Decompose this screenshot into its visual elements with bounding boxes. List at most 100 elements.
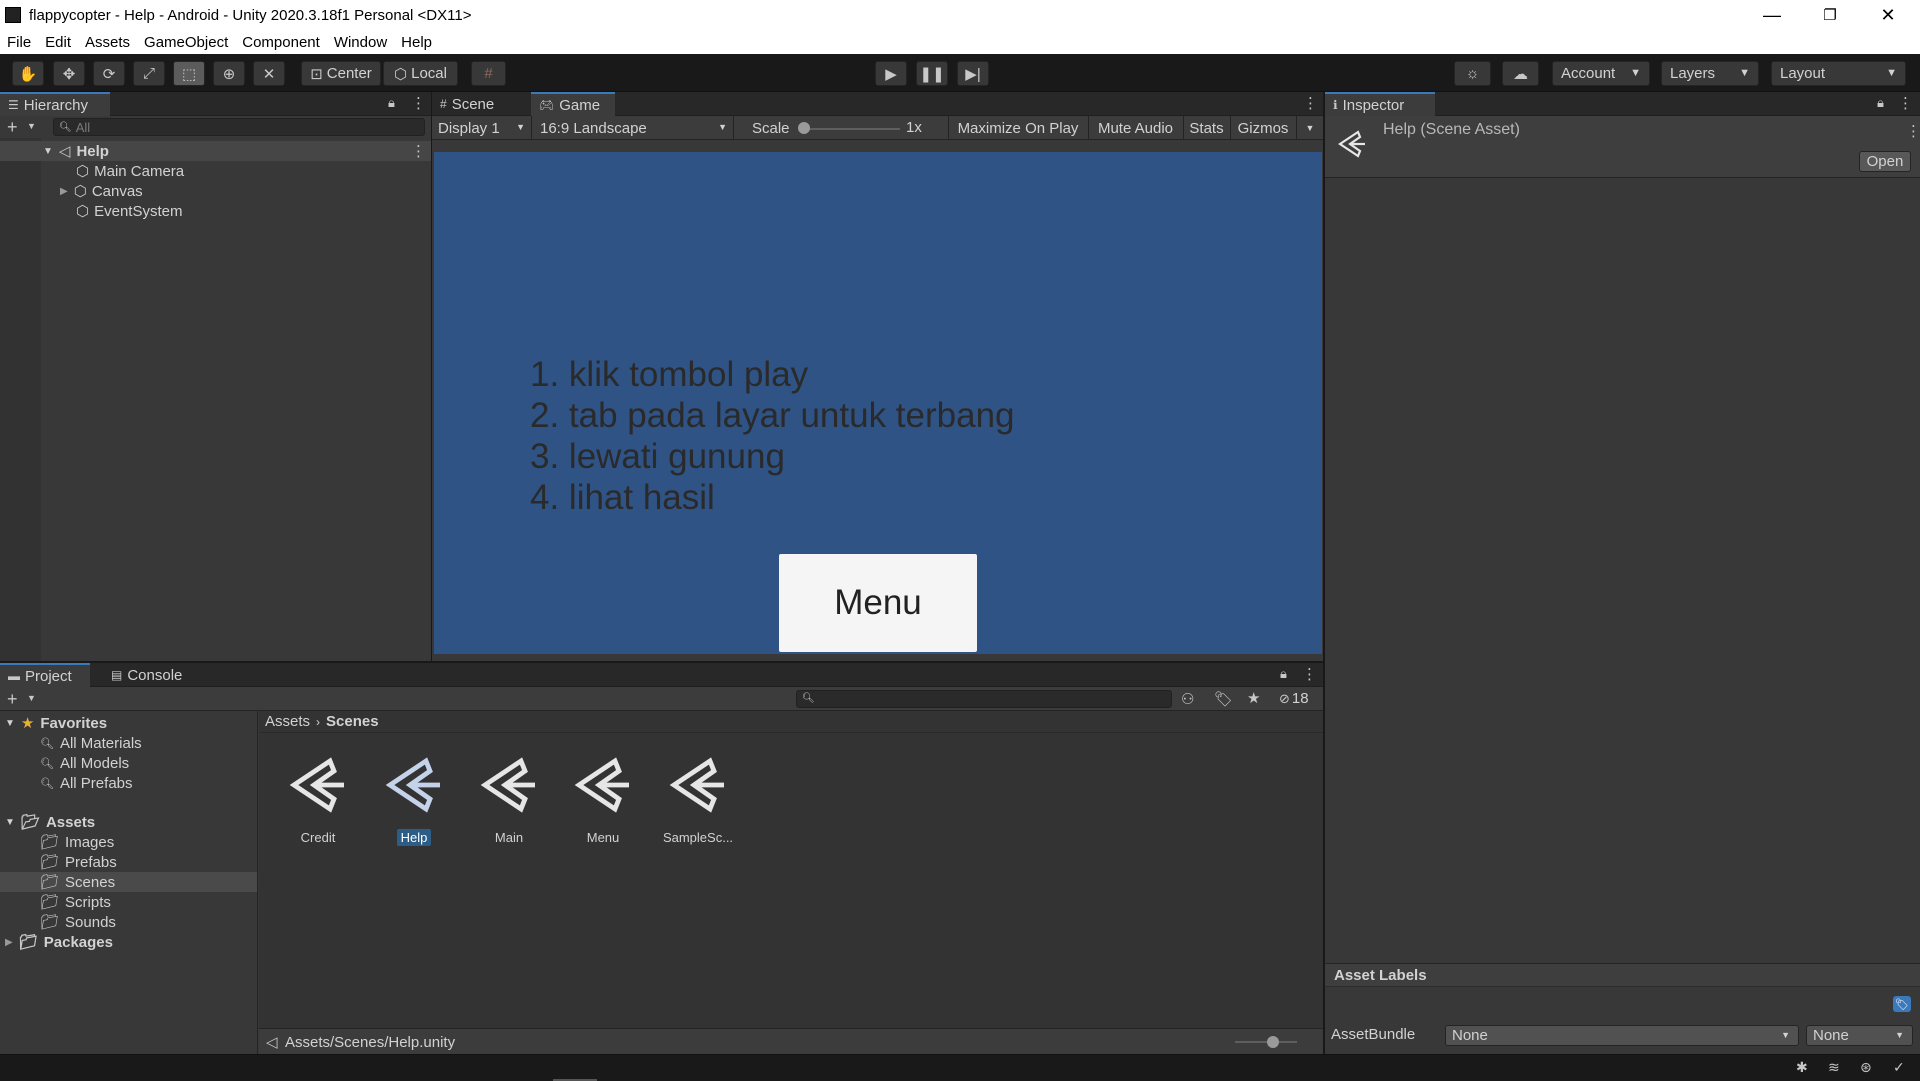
folder-scenes[interactable]: 📁︎ Scenes (40, 872, 115, 892)
kebab-menu-icon[interactable]: ⋮ (1303, 94, 1318, 112)
restore-button[interactable]: ❐ (1801, 0, 1859, 30)
menu-gameobject[interactable]: GameObject (137, 34, 235, 51)
filter-label-icon[interactable]: 🏷︎ (1214, 690, 1233, 708)
icon-size-slider-thumb[interactable] (1267, 1036, 1279, 1048)
favorite-all-materials[interactable]: 🔍︎ All Materials (40, 733, 142, 753)
menu-assets[interactable]: Assets (78, 34, 137, 51)
aspect-dropdown[interactable]: 16:9 Landscape ▼ (534, 116, 734, 140)
layers-dropdown[interactable]: Layers ▼ (1661, 61, 1759, 86)
space-local-button[interactable]: ⬡ Local (383, 61, 458, 86)
pivot-center-button[interactable]: ⊡ Center (301, 61, 381, 86)
expand-arrow-icon[interactable]: ▶ (5, 937, 13, 948)
bug-icon[interactable]: ✱ (1796, 1059, 1808, 1076)
hierarchy-item-main-camera[interactable]: ⬡ Main Camera (76, 161, 184, 181)
pause-button[interactable]: ❚❚ (916, 61, 948, 86)
open-button[interactable]: Open (1859, 151, 1911, 172)
layers-icon[interactable]: ≋ (1828, 1059, 1840, 1076)
menu-help[interactable]: Help (394, 34, 439, 51)
grid-snap-button[interactable]: # (471, 61, 506, 86)
folder-images[interactable]: 📁︎ Images (40, 832, 114, 852)
hand-tool-button[interactable]: ✋ (12, 61, 44, 86)
menu-component[interactable]: Component (235, 34, 327, 51)
asset-tile-help[interactable]: Help (366, 753, 462, 846)
assets-node[interactable]: ▼ 📂︎ Assets (5, 812, 95, 832)
tab-game[interactable]: 🎮︎ Game (531, 92, 615, 116)
close-button[interactable]: ✕ (1859, 0, 1917, 30)
icon-size-slider-track[interactable] (1235, 1041, 1297, 1043)
kebab-menu-icon[interactable]: ⋮ (1898, 94, 1913, 112)
lock-icon[interactable]: 🔒︎ (1877, 95, 1884, 111)
chevron-down-icon[interactable]: ▼ (27, 693, 36, 703)
account-dropdown[interactable]: Account ▼ (1552, 61, 1650, 86)
scene-root-item[interactable]: ▼ ◁ Help (43, 141, 109, 161)
tab-scene[interactable]: # Scene (432, 92, 528, 116)
assetbundle-dropdown[interactable]: None ▼ (1445, 1025, 1799, 1046)
menu-file[interactable]: File (0, 34, 38, 51)
scale-tool-button[interactable]: ⤢ (133, 61, 165, 86)
favorite-all-prefabs[interactable]: 🔍︎ All Prefabs (40, 773, 133, 793)
network-icon[interactable]: ⊛ (1860, 1059, 1872, 1076)
asset-labels-header[interactable]: Asset Labels (1325, 963, 1920, 987)
kebab-menu-icon[interactable]: ⋮ (1302, 665, 1317, 683)
chevron-down-icon[interactable]: ▼ (27, 121, 36, 131)
add-icon[interactable]: + (7, 117, 18, 138)
scale-slider-track[interactable] (802, 128, 900, 130)
asset-tile-samplescene[interactable]: SampleSc... (650, 753, 746, 846)
maximize-on-play-toggle[interactable]: Maximize On Play (948, 116, 1087, 140)
rect-tool-button[interactable]: ⬚ (173, 61, 205, 86)
rotate-tool-button[interactable]: ⟳ (93, 61, 125, 86)
tab-project[interactable]: ▬ Project (0, 663, 90, 687)
project-search-input[interactable]: 🔍︎ (796, 690, 1172, 708)
services-button[interactable]: ☼ (1454, 61, 1491, 86)
add-icon[interactable]: + (7, 689, 18, 710)
kebab-menu-icon[interactable]: ⋮ (411, 94, 426, 112)
expand-arrow-icon[interactable]: ▶ (60, 186, 68, 197)
asset-tile-main[interactable]: Main (461, 753, 557, 846)
play-button[interactable]: ▶ (875, 61, 907, 86)
collab-button[interactable]: ☁ (1502, 61, 1539, 86)
asset-tile-menu[interactable]: Menu (555, 753, 651, 846)
favorites-node[interactable]: ▼ ★ Favorites (5, 713, 107, 733)
hidden-packages-toggle[interactable]: ⊘ 18 (1279, 690, 1309, 707)
favorite-star-icon[interactable]: ★ (1247, 689, 1260, 707)
assetbundle-variant-dropdown[interactable]: None ▼ (1806, 1025, 1913, 1046)
menu-window[interactable]: Window (327, 34, 394, 51)
tag-icon[interactable]: 🏷︎ (1893, 996, 1911, 1012)
tab-console[interactable]: ▤ Console (103, 663, 203, 687)
game-menu-button[interactable]: Menu (779, 554, 977, 652)
custom-tool-button[interactable]: ✕ (253, 61, 285, 86)
transform-tool-button[interactable]: ⊕ (213, 61, 245, 86)
hierarchy-search-input[interactable]: 🔍︎ All (53, 118, 425, 136)
folder-scripts[interactable]: 📁︎ Scripts (40, 892, 111, 912)
gizmos-dropdown[interactable]: ▼ (1296, 116, 1323, 140)
tab-inspector[interactable]: ℹ Inspector (1325, 92, 1435, 116)
breadcrumb-assets[interactable]: Assets (265, 713, 310, 730)
scene-kebab-icon[interactable]: ⋮ (411, 142, 426, 160)
hierarchy-item-canvas[interactable]: ▶ ⬡ Canvas (60, 181, 143, 201)
display-dropdown[interactable]: Display 1 ▼ (432, 116, 532, 140)
check-circle-icon[interactable]: ✓ (1893, 1059, 1905, 1076)
lock-icon[interactable]: 🔒︎ (388, 95, 395, 111)
gizmos-toggle[interactable]: Gizmos (1230, 116, 1295, 140)
move-tool-button[interactable]: ✥ (53, 61, 85, 86)
kebab-menu-icon[interactable]: ⋮ (1906, 122, 1920, 140)
packages-node[interactable]: ▶ 📁︎ Packages (5, 932, 113, 952)
expand-arrow-icon[interactable]: ▼ (5, 718, 15, 729)
scale-slider-thumb[interactable] (798, 122, 810, 134)
layout-dropdown[interactable]: Layout ▼ (1771, 61, 1906, 86)
filter-type-icon[interactable]: ⚇ (1181, 690, 1194, 708)
stats-toggle[interactable]: Stats (1183, 116, 1229, 140)
mute-audio-toggle[interactable]: Mute Audio (1088, 116, 1182, 140)
expand-arrow-icon[interactable]: ▼ (5, 817, 15, 828)
menu-edit[interactable]: Edit (38, 34, 78, 51)
game-viewport[interactable]: 1. klik tombol play 2. tab pada layar un… (434, 152, 1322, 654)
folder-sounds[interactable]: 📁︎ Sounds (40, 912, 116, 932)
step-button[interactable]: ▶| (957, 61, 989, 86)
hierarchy-item-eventsystem[interactable]: ⬡ EventSystem (76, 201, 182, 221)
favorite-all-models[interactable]: 🔍︎ All Models (40, 753, 129, 773)
asset-tile-credit[interactable]: Credit (270, 753, 366, 846)
breadcrumb-scenes[interactable]: Scenes (326, 713, 379, 730)
tab-hierarchy[interactable]: ☰ Hierarchy (0, 92, 110, 116)
expand-arrow-icon[interactable]: ▼ (43, 146, 53, 157)
folder-prefabs[interactable]: 📁︎ Prefabs (40, 852, 117, 872)
